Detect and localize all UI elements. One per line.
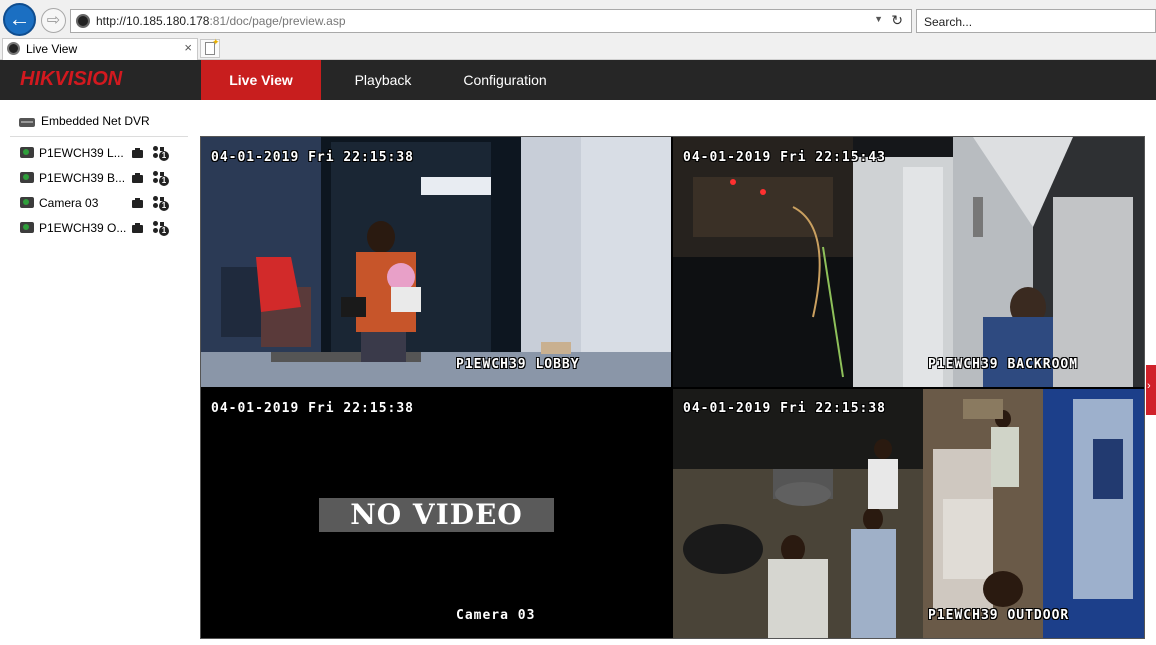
camera-icon (20, 197, 34, 208)
timestamp-overlay: 04-01-2019 Fri 22:15:38 (683, 401, 887, 416)
site-favicon-icon (76, 14, 90, 28)
tab-title: Live View (26, 42, 78, 56)
nav-configuration[interactable]: Configuration (445, 60, 565, 100)
device-label: Embedded Net DVR (41, 114, 150, 128)
camera-name-overlay: P1EWCH39 LOBBY (456, 357, 580, 372)
camera-item-outdoor[interactable]: P1EWCH39 O... 1 (18, 219, 188, 239)
device-item-dvr[interactable]: Embedded Net DVR (10, 112, 188, 137)
chevron-down-icon[interactable]: ▼ (874, 14, 883, 24)
ptz-icon[interactable]: 1 (153, 221, 169, 237)
camera-item-lobby[interactable]: P1EWCH39 L... 1 (18, 144, 188, 164)
address-bar[interactable]: http://10.185.180.178:81/doc/page/previe… (70, 9, 912, 33)
no-video-overlay: NO VIDEO (319, 498, 554, 532)
outdoor-video-frame (673, 389, 1144, 638)
browser-tab-live-view[interactable]: Live View × (2, 38, 198, 60)
camera-label: P1EWCH39 B... (39, 171, 126, 185)
ptz-icon[interactable]: 1 (153, 196, 169, 212)
ptz-icon[interactable]: 1 (153, 146, 169, 162)
forward-button[interactable]: ⇨ (41, 8, 66, 33)
tab-favicon-icon (7, 42, 20, 55)
url-text: http://10.185.180.178:81/doc/page/previe… (96, 14, 346, 28)
record-icon[interactable] (132, 148, 146, 159)
nav-live-view[interactable]: Live View (201, 60, 321, 100)
nav-playback[interactable]: Playback (323, 60, 443, 100)
timestamp-overlay: 04-01-2019 Fri 22:15:38 (211, 401, 415, 416)
camera-item-camera-03[interactable]: Camera 03 1 (18, 194, 188, 214)
url-host: http://10.185.180.178 (96, 14, 210, 28)
url-path: :81/doc/page/preview.asp (209, 14, 346, 28)
timestamp-overlay: 04-01-2019 Fri 22:15:38 (211, 150, 415, 165)
back-button[interactable]: ← (3, 3, 36, 36)
ptz-icon[interactable]: 1 (153, 171, 169, 187)
timestamp-overlay: 04-01-2019 Fri 22:15:43 (683, 150, 887, 165)
video-tile-outdoor[interactable]: 04-01-2019 Fri 22:15:38 P1EWCH39 OUTDOOR (673, 389, 1144, 638)
record-icon[interactable] (132, 223, 146, 234)
arrow-left-icon: ← (8, 6, 31, 31)
video-grid: 04-01-2019 Fri 22:15:38 P1EWCH39 LOBBY 0… (200, 136, 1145, 639)
hikvision-logo: HIKVISION (20, 68, 123, 90)
camera-name-overlay: P1EWCH39 OUTDOOR (928, 608, 1070, 623)
star-icon: ✦ (212, 37, 220, 47)
browser-tabbar: Live View × ✦ (0, 37, 1156, 60)
close-icon[interactable]: × (184, 40, 192, 55)
browser-toolbar: ← ⇨ http://10.185.180.178:81/doc/page/pr… (0, 0, 1156, 38)
camera-icon (20, 222, 34, 233)
search-placeholder: Search... (924, 15, 973, 29)
panel-toggle-handle[interactable]: › (1146, 365, 1156, 415)
camera-label: P1EWCH39 O... (39, 221, 127, 235)
app-header: HIKVISION Live View Playback Configurati… (0, 60, 1156, 100)
camera-label: Camera 03 (39, 196, 99, 210)
device-tree: Embedded Net DVR P1EWCH39 L... 1 P1EWCH3… (0, 100, 195, 645)
video-tile-lobby[interactable]: 04-01-2019 Fri 22:15:38 P1EWCH39 LOBBY (201, 137, 671, 387)
camera-item-backroom[interactable]: P1EWCH39 B... 1 (18, 169, 188, 189)
dvr-icon (19, 118, 35, 127)
camera-icon (20, 172, 34, 183)
search-input[interactable]: Search... (916, 9, 1156, 33)
record-icon[interactable] (132, 198, 146, 209)
camera-label: P1EWCH39 L... (39, 146, 124, 160)
lobby-video-frame (201, 137, 671, 387)
camera-icon (20, 147, 34, 158)
video-tile-backroom[interactable]: 04-01-2019 Fri 22:15:43 P1EWCH39 BACKROO… (673, 137, 1144, 387)
refresh-icon[interactable]: ↻ (891, 12, 903, 29)
new-tab-button[interactable]: ✦ (200, 37, 220, 58)
arrow-right-icon: ⇨ (46, 12, 61, 29)
backroom-video-frame (673, 137, 1144, 387)
camera-name-overlay: Camera 03 (456, 608, 536, 623)
video-tile-camera-03[interactable]: 04-01-2019 Fri 22:15:38 NO VIDEO Camera … (201, 389, 671, 638)
chevron-right-icon: › (1147, 380, 1151, 392)
record-icon[interactable] (132, 173, 146, 184)
camera-name-overlay: P1EWCH39 BACKROOM (928, 357, 1079, 372)
